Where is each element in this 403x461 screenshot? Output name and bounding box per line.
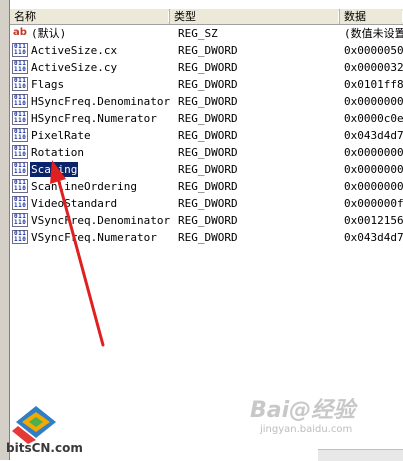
- registry-value-row[interactable]: 011 110 VSyncFreq.Denominator REG_DWORD 0x00…: [10, 212, 403, 229]
- value-data: 0x00000001: [344, 95, 403, 108]
- value-type: REG_DWORD: [178, 197, 238, 210]
- value-name: Flags: [31, 78, 65, 91]
- value-type: REG_DWORD: [178, 214, 238, 227]
- registry-value-row[interactable]: 011 110 ScanlineOrdering REG_DWORD 0x0000000…: [10, 178, 403, 195]
- registry-value-row[interactable]: 011110VideoStandard REG_DWORD 0x000000ff: [10, 195, 403, 212]
- binary-value-icon: 011 110: [12, 94, 28, 108]
- binary-value-icon: 011 110: [12, 162, 28, 176]
- column-header-data[interactable]: 数据: [340, 9, 403, 24]
- baidu-watermark: Bai@经验 jingyan.baidu.com: [250, 392, 400, 442]
- value-type: REG_DWORD: [178, 163, 238, 176]
- value-name: VideoStandard: [31, 197, 118, 210]
- binary-value-icon: 011 110: [12, 128, 28, 142]
- value-data: 0x00000500: [344, 44, 403, 57]
- value-name: PixelRate: [31, 129, 91, 142]
- column-header-name[interactable]: 名称: [10, 9, 170, 24]
- registry-value-row[interactable]: 011110ActiveSize.cy REG_DWORD 0x00000320: [10, 59, 403, 76]
- value-type: REG_DWORD: [178, 44, 238, 57]
- value-name: ActiveSize.cy: [31, 61, 118, 74]
- registry-value-row[interactable]: 011110PixelRate REG_DWORD 0x043d4d70: [10, 127, 403, 144]
- binary-value-icon: 011 110: [12, 145, 28, 159]
- value-data: 0x00000001: [344, 146, 403, 159]
- value-data: (数值未设置: [344, 27, 403, 40]
- value-name: ActiveSize.cx: [31, 44, 118, 57]
- registry-value-row[interactable]: 011110Rotation REG_DWORD 0x00000001: [10, 144, 403, 161]
- value-data: 0x0101ff87: [344, 78, 403, 91]
- value-data: 0x00000320: [344, 61, 403, 74]
- value-name: HSyncFreq.Numerator: [31, 112, 157, 125]
- value-data: 0x00000001: [344, 180, 403, 193]
- registry-values-list: ab (默认) REG_SZ (数值未设置 011 110 ActiveSize.cx REG…: [10, 25, 403, 246]
- registry-value-row[interactable]: 011 110 VSyncFreq.Numerator REG_DWORD 0x043d…: [10, 229, 403, 246]
- binary-value-icon: 011 110: [12, 111, 28, 125]
- value-type: REG_DWORD: [178, 146, 238, 159]
- list-header: 名称 类型 数据: [10, 9, 403, 25]
- value-type: REG_DWORD: [178, 95, 238, 108]
- value-data: 0x00121560: [344, 214, 403, 227]
- value-name: ScanlineOrdering: [31, 180, 137, 193]
- value-name: HSyncFreq.Denominator: [31, 95, 171, 108]
- value-data: 0x0000c0e5: [344, 112, 403, 125]
- watermark-main-text: Bai@经验: [250, 398, 356, 423]
- binary-value-icon: 011 110: [12, 196, 28, 210]
- value-data: 0x043d4d70: [344, 129, 403, 142]
- registry-value-row[interactable]: ab (默认) REG_SZ (数值未设置: [10, 25, 403, 42]
- binary-value-icon: 011 110: [12, 77, 28, 91]
- value-type: REG_DWORD: [178, 61, 238, 74]
- value-type: REG_SZ: [178, 27, 218, 40]
- horizontal-scrollbar[interactable]: [318, 449, 403, 461]
- tree-pane-edge[interactable]: [0, 0, 10, 460]
- value-type: REG_DWORD: [178, 78, 238, 91]
- binary-value-icon: 011 110: [12, 179, 28, 193]
- value-name: VSyncFreq.Numerator: [31, 231, 157, 244]
- value-type: REG_DWORD: [178, 129, 238, 142]
- string-value-icon: ab: [13, 27, 27, 38]
- value-type: REG_DWORD: [178, 112, 238, 125]
- registry-value-row[interactable]: 011110ActiveSize.cx REG_DWORD 0x00000500: [10, 42, 403, 59]
- registry-value-row[interactable]: 011110Scaling REG_DWORD 0x00000003: [10, 161, 403, 178]
- registry-value-row[interactable]: 011 110 HSyncFreq.Denominator REG_DWORD 0x00…: [10, 93, 403, 110]
- binary-value-icon: 011 110: [12, 213, 28, 227]
- binary-value-icon: 011 110: [12, 43, 28, 57]
- binary-value-icon: 011 110: [12, 230, 28, 244]
- registry-value-row[interactable]: 011 110 HSyncFreq.Numerator REG_DWORD 0x0000…: [10, 110, 403, 127]
- value-data: 0x00000003: [344, 163, 403, 176]
- binary-value-icon: 011 110: [12, 60, 28, 74]
- value-name: Scaling: [28, 161, 80, 178]
- watermark-sub-text: jingyan.baidu.com: [260, 424, 353, 435]
- bitscn-logo-text: bitsCN.com: [6, 441, 83, 455]
- value-type: REG_DWORD: [178, 231, 238, 244]
- value-data: 0x043d4d70: [344, 231, 403, 244]
- value-name: (默认): [31, 27, 67, 40]
- value-name: VSyncFreq.Denominator: [31, 214, 171, 227]
- value-name: Rotation: [31, 146, 84, 159]
- registry-value-row[interactable]: 011110Flags REG_DWORD 0x0101ff87: [10, 76, 403, 93]
- column-header-type[interactable]: 类型: [170, 9, 340, 24]
- value-type: REG_DWORD: [178, 180, 238, 193]
- value-data: 0x000000ff: [344, 197, 403, 210]
